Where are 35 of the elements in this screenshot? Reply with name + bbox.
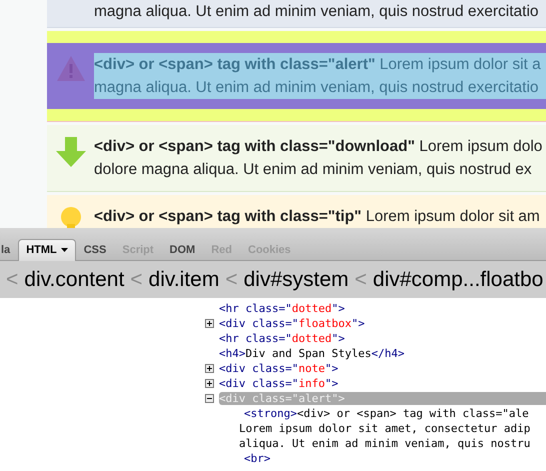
- breadcrumb-item[interactable]: div#system: [244, 268, 349, 292]
- separator: <: [130, 268, 143, 292]
- expand-icon[interactable]: [205, 379, 214, 388]
- panel-tab[interactable]: CSS: [76, 239, 114, 261]
- collapse-icon[interactable]: [205, 394, 214, 403]
- body-text: magna aliqua. Ut enim ad minim veniam, quis nostrud exercitatio: [94, 78, 540, 98]
- panel-tab[interactable]: la: [0, 239, 18, 261]
- separator: <: [225, 268, 238, 292]
- html-node[interactable]: <strong><div> or <span> tag with class="ale: [244, 407, 546, 420]
- html-node[interactable]: <hr class="dotted">: [219, 332, 546, 345]
- breadcrumb-item[interactable]: div#comp...floatbo: [372, 268, 544, 292]
- body-text: <div> or <span> tag with class="alert" Lorem ipsum dolor sit a: [94, 55, 542, 75]
- panel-tab[interactable]: DOM: [162, 239, 204, 261]
- body-text: dolore magna aliqua. Ut enim ad minim veniam, quis nostrud ex: [94, 160, 533, 180]
- breadcrumb-item[interactable]: div.content: [24, 268, 124, 292]
- separator: <: [6, 268, 18, 292]
- breadcrumb-item[interactable]: div.item: [148, 268, 220, 292]
- body-text: <div> or <span> tag with class="tip" Lorem ipsum dolor sit am: [94, 207, 541, 227]
- html-node[interactable]: <div class="note">: [219, 362, 546, 375]
- down-arrow-icon: [56, 137, 86, 167]
- html-node[interactable]: <hr class="dotted">: [219, 302, 546, 315]
- body-text: <div> or <span> tag with class="download" Lorem ipsum dolo: [94, 137, 544, 157]
- html-node[interactable]: <div class="info">: [219, 377, 546, 390]
- html-node[interactable]: <div class="floatbox">: [219, 317, 546, 330]
- html-node[interactable]: <br>: [244, 452, 546, 465]
- body-text: magna aliqua. Ut enim ad minim veniam, quis nostrud exercitatio: [94, 2, 540, 22]
- html-node[interactable]: Lorem ipsum dolor sit amet, consectetur adip: [239, 422, 546, 435]
- separator: <: [354, 268, 367, 292]
- panel-tab[interactable]: HTML: [18, 239, 76, 261]
- html-node[interactable]: <h4>Div and Span Styles</h4>: [219, 347, 546, 360]
- lightbulb-icon: [60, 207, 82, 228]
- expand-icon[interactable]: [205, 319, 214, 328]
- html-node[interactable]: aliqua. Ut enim ad minim veniam, quis nostru: [239, 437, 546, 450]
- expand-icon[interactable]: [205, 364, 214, 373]
- warning-icon: [56, 55, 86, 82]
